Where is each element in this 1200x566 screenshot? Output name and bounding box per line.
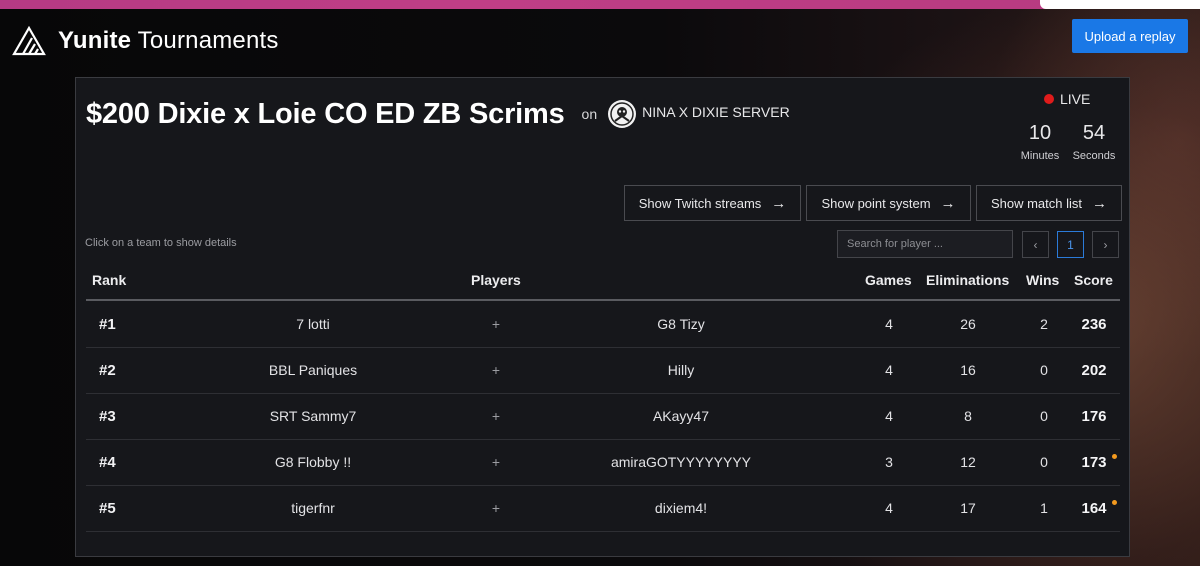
rank-cell: #4 — [99, 454, 116, 471]
tournament-title: $200 Dixie x Loie CO ED ZB Scrims — [86, 97, 565, 130]
player2-cell: G8 Tizy — [657, 316, 705, 332]
player2-cell: Hilly — [667, 362, 695, 378]
header-score[interactable]: Score — [1074, 272, 1113, 288]
brand-name-bold: Yunite — [58, 27, 132, 54]
score-cell: 236 — [1081, 316, 1107, 333]
countdown-seconds: 54 Seconds — [1070, 121, 1118, 162]
minutes-label: Minutes — [1020, 150, 1060, 162]
show-point-system-label: Show point system — [821, 195, 931, 211]
page-1-button[interactable]: 1 — [1057, 231, 1084, 258]
rank-cell: #1 — [99, 316, 116, 333]
minutes-value: 10 — [1028, 122, 1052, 144]
on-label: on — [581, 106, 598, 122]
brand-link[interactable]: Yunite Tournaments — [12, 24, 279, 58]
table-row[interactable]: #2 BBL Paniques + Hilly 4 16 0 202 — [86, 348, 1120, 394]
eliminations-cell: 17 — [960, 500, 976, 516]
server-logo-icon — [608, 100, 637, 128]
player-search-input[interactable] — [837, 230, 1013, 258]
countdown-minutes: 10 Minutes — [1016, 121, 1064, 162]
leaderboard-rows: #1 7 lotti + G8 Tizy 4 26 2 236 #2 BBL P… — [86, 302, 1120, 552]
score-cell: 176 — [1081, 408, 1107, 425]
table-row[interactable]: #4 G8 Flobby !! + amiraGOTYYYYYYYY 3 12 … — [86, 440, 1120, 486]
brand-name: Yunite Tournaments — [58, 27, 279, 55]
player1-cell: 7 lotti — [296, 316, 330, 332]
player2-cell: amiraGOTYYYYYYYY — [610, 454, 752, 470]
live-dot-icon — [1044, 94, 1054, 104]
show-twitch-streams-label: Show Twitch streams — [638, 195, 762, 211]
header-players: Players — [471, 272, 521, 288]
header-eliminations[interactable]: Eliminations — [926, 272, 1009, 288]
action-buttons: Show Twitch streams → Show point system … — [624, 185, 1122, 221]
score-cell: 173 — [1081, 454, 1107, 471]
seconds-value: 54 — [1082, 122, 1106, 144]
eliminations-cell: 26 — [960, 316, 976, 332]
table-row[interactable]: #3 SRT Sammy7 + AKayy47 4 8 0 176 — [86, 394, 1120, 440]
games-cell: 4 — [885, 362, 893, 378]
upload-replay-button[interactable]: Upload a replay — [1072, 19, 1188, 53]
wins-cell: 0 — [1040, 362, 1048, 378]
table-row[interactable]: #5 tigerfnr + dixiem4! 4 17 1 164 — [86, 486, 1120, 532]
wins-cell: 1 — [1040, 500, 1048, 516]
plus-sign: + — [491, 362, 501, 378]
player2-cell: dixiem4! — [654, 500, 708, 516]
site-header: Yunite Tournaments Upload a replay — [0, 9, 1200, 69]
player2-cell: AKayy47 — [652, 408, 710, 424]
seconds-label: Seconds — [1072, 150, 1116, 162]
header-wins[interactable]: Wins — [1026, 272, 1059, 288]
table-row-partial — [86, 532, 1120, 552]
games-cell: 4 — [885, 500, 893, 516]
wins-cell: 2 — [1040, 316, 1048, 332]
leaderboard-panel: $200 Dixie x Loie CO ED ZB Scrims on NIN… — [75, 77, 1130, 557]
player1-cell: tigerfnr — [291, 500, 335, 516]
games-cell: 4 — [885, 408, 893, 424]
table-row[interactable]: #1 7 lotti + G8 Tizy 4 26 2 236 — [86, 302, 1120, 348]
server-name[interactable]: NINA X DIXIE SERVER — [642, 104, 790, 120]
header-games[interactable]: Games — [865, 272, 912, 288]
wins-cell: 0 — [1040, 408, 1048, 424]
rank-cell: #5 — [99, 500, 116, 517]
eliminations-cell: 16 — [960, 362, 976, 378]
plus-sign: + — [491, 500, 501, 516]
games-cell: 3 — [885, 454, 893, 470]
games-cell: 4 — [885, 316, 893, 332]
live-label: LIVE — [1060, 91, 1091, 107]
table-hint: Click on a team to show details — [85, 237, 237, 249]
wins-cell: 0 — [1040, 454, 1048, 470]
arrow-right-icon: → — [1092, 194, 1108, 212]
arrow-right-icon: → — [771, 194, 787, 212]
show-point-system-button[interactable]: Show point system → — [806, 185, 971, 221]
next-page-button[interactable]: › — [1092, 231, 1119, 258]
table-header: Rank Players Games Eliminations Wins Sco… — [86, 264, 1120, 301]
header-rank[interactable]: Rank — [92, 272, 126, 288]
score-cell: 164 — [1081, 500, 1107, 517]
brand-name-light: Tournaments — [137, 27, 279, 54]
player1-cell: BBL Paniques — [268, 362, 358, 378]
rank-cell: #2 — [99, 362, 116, 379]
show-match-list-button[interactable]: Show match list → — [976, 185, 1122, 221]
player1-cell: SRT Sammy7 — [269, 408, 357, 424]
rank-cell: #3 — [99, 408, 116, 425]
previous-page-button[interactable]: ‹ — [1022, 231, 1049, 258]
show-twitch-streams-button[interactable]: Show Twitch streams → — [624, 185, 801, 221]
yunite-logo-icon — [12, 26, 46, 56]
browser-top-cap — [1040, 0, 1200, 9]
eliminations-cell: 12 — [960, 454, 976, 470]
live-indicator: LIVE — [1044, 91, 1090, 107]
browser-top-strip — [0, 0, 1200, 9]
score-badge-dot — [1112, 500, 1117, 505]
plus-sign: + — [491, 454, 501, 470]
title-row: $200 Dixie x Loie CO ED ZB Scrims on NIN… — [86, 96, 790, 132]
score-badge-dot — [1112, 454, 1117, 459]
player1-cell: G8 Flobby !! — [274, 454, 352, 470]
score-cell: 202 — [1081, 362, 1107, 379]
plus-sign: + — [491, 408, 501, 424]
plus-sign: + — [491, 316, 501, 332]
arrow-right-icon: → — [940, 194, 956, 212]
show-match-list-label: Show match list — [990, 195, 1083, 211]
pagination: ‹ 1 › — [1022, 231, 1119, 258]
eliminations-cell: 8 — [964, 408, 972, 424]
